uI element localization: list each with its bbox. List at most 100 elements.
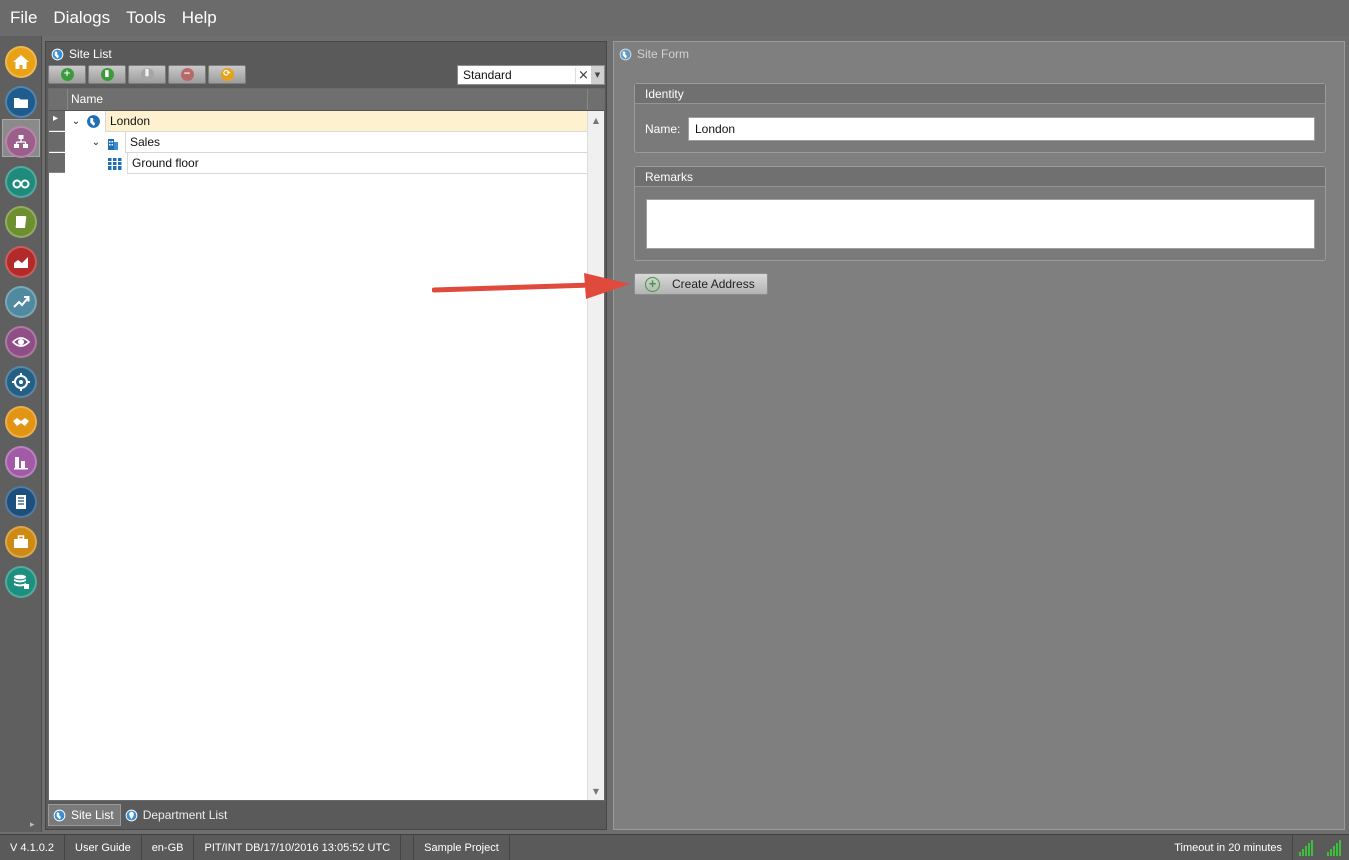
rail-button-folder[interactable] [5,86,37,118]
tree-row[interactable]: ⌄ London [67,111,587,132]
scroll-up-icon[interactable]: ▲ [588,113,604,129]
project-label: Sample Project [414,834,510,860]
menu-file[interactable]: File [10,8,37,28]
status-bar-right: Timeout in 20 minutes [1164,835,1349,860]
remarks-field[interactable] [646,199,1315,249]
folder-icon [14,98,28,108]
rail-button-target[interactable] [5,366,37,398]
view-select-value[interactable]: Standard [458,68,575,82]
refresh-icon: ⟳ [220,68,234,81]
tab-site-list[interactable]: Site List [48,804,121,826]
rail-button-database[interactable] [5,566,37,598]
site-list-panel: Site List +▮⦀−⟳ Standard × ▼ Name ⌄Londo… [45,41,607,830]
rail-button-home[interactable] [5,46,37,78]
globe-icon [85,114,101,130]
site-list-title: Site List [69,47,112,61]
remove-icon: − [180,68,194,81]
chevron-down-icon[interactable]: ▼ [591,66,604,84]
identity-heading: Identity [635,84,1325,104]
add-site-button[interactable]: + [48,65,86,84]
tree-row[interactable]: Ground floor [107,153,587,174]
menu-help[interactable]: Help [182,8,217,28]
edit-button[interactable]: ▮ [88,65,126,84]
eye-icon [11,337,31,347]
scroll-down-icon[interactable]: ▼ [588,784,604,800]
create-address-button[interactable]: + Create Address [634,273,768,295]
building-icon [105,135,121,151]
home-icon [13,55,29,69]
remove-button[interactable]: − [168,65,206,84]
bar-chart-icon [14,457,28,470]
rail-button-eye[interactable] [5,326,37,358]
menu-tools[interactable]: Tools [126,8,166,28]
remarks-group: Remarks [634,166,1326,261]
rail-button-trend[interactable] [5,286,37,318]
user-guide-link[interactable]: User Guide [65,834,142,860]
chevron-down-icon[interactable]: ⌄ [87,137,105,148]
identity-group: Identity Name: London [634,83,1326,153]
rail-button-handshake[interactable] [5,406,37,438]
module-rail: ▸ [0,36,42,832]
column-header-name[interactable]: Name [67,89,587,110]
site-list-bottom-tabs: Site List Department List [48,804,233,826]
tree-row-label: London [105,111,587,132]
connection-signal-icon [1299,840,1315,856]
row-selector[interactable] [49,111,65,131]
row-selector[interactable] [49,153,65,173]
rail-button-bar-chart[interactable] [5,446,37,478]
edit-icon: ▮ [100,68,114,81]
columns-icon: ⦀ [140,68,154,81]
rail-expand-icon[interactable]: ▸ [30,820,35,830]
clear-icon[interactable]: × [575,67,591,83]
tab-department-list-label: Department List [142,808,228,822]
menu-bar: File Dialogs Tools Help [0,0,1349,36]
site-tree: Name ⌄London⌄SalesGround floor ▲ ▼ [48,88,605,801]
tree-header: Name [49,89,604,111]
create-address-label: Create Address [672,277,755,291]
tree-row-label: Sales [125,132,587,153]
rail-button-document[interactable] [5,486,37,518]
tree-scrollbar[interactable]: ▲ ▼ [587,111,604,800]
trend-icon [13,296,30,308]
annotation-arrow [432,273,630,299]
site-list-title-bar: Site List [51,45,112,63]
menu-dialogs[interactable]: Dialogs [53,8,110,28]
globe-icon [51,48,64,60]
status-bar: V 4.1.0.2 User Guide en-GB PIT/INT DB/17… [0,834,1349,860]
db-info-label: PIT/INT DB/17/10/2016 13:05:52 UTC [194,834,402,860]
add-circle-icon: + [645,276,660,292]
locale-label: en-GB [142,834,195,860]
site-form-panel: Site Form Identity Name: London Remarks … [613,41,1345,830]
rail-button-briefcase[interactable] [5,526,37,558]
globe-icon [619,48,632,60]
tree-row[interactable]: ⌄ Sales [87,132,587,153]
chevron-down-icon[interactable]: ⌄ [67,116,85,127]
timeout-label: Timeout in 20 minutes [1164,835,1293,860]
tab-department-list[interactable]: Department List [121,804,234,826]
site-form-title-bar: Site Form [619,45,689,63]
column-header-spacer [587,89,604,110]
handshake-icon [13,418,29,426]
add-site-icon: + [60,68,74,81]
name-field[interactable]: London [688,117,1315,141]
refresh-button[interactable]: ⟳ [208,65,246,84]
site-form-title: Site Form [637,47,690,61]
globe-icon [53,809,66,821]
view-select[interactable]: Standard × ▼ [457,65,605,85]
tab-site-list-label: Site List [71,808,114,822]
rail-button-area-chart[interactable] [5,246,37,278]
server-signal-icon [1327,840,1343,856]
area-chart-icon [14,257,28,268]
rail-button-binoculars[interactable] [5,166,37,198]
columns-button[interactable]: ⦀ [128,65,166,84]
rail-button-org-chart[interactable] [5,126,37,158]
spacer [401,834,415,860]
name-label: Name: [645,122,681,136]
scroll-icon [15,216,27,228]
row-selector[interactable] [49,132,65,152]
binoculars-icon [12,179,30,189]
briefcase-icon [14,535,28,548]
floor-icon [107,156,123,172]
org-chart-icon [14,135,28,148]
rail-button-scroll[interactable] [5,206,37,238]
